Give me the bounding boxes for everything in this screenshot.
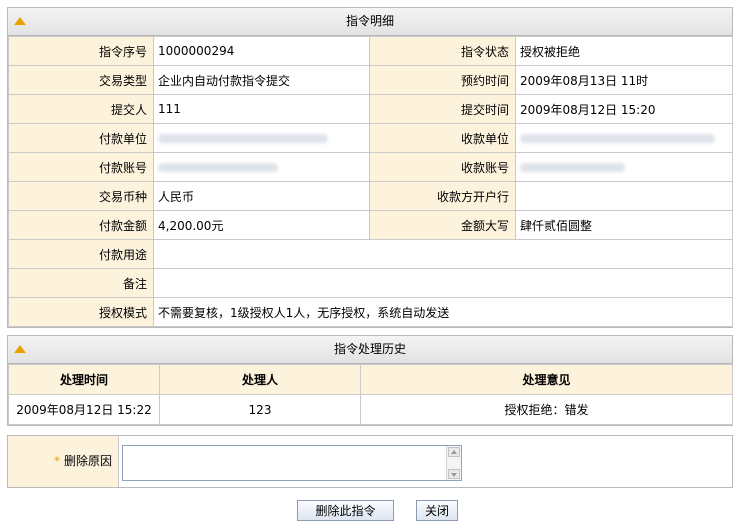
label-currency: 交易币种 <box>8 181 154 211</box>
history-header[interactable]: 指令处理历史 <box>8 336 732 364</box>
label-remark: 备注 <box>8 268 154 298</box>
collapse-triangle-icon[interactable] <box>14 345 26 353</box>
value-payee-redacted <box>515 123 733 153</box>
value-submit-time: 2009年08月12日 15:20 <box>515 94 733 124</box>
value-status: 授权被拒绝 <box>515 36 733 66</box>
table-row: 提交人 111 提交时间 2009年08月12日 15:20 <box>8 94 733 124</box>
table-row: 交易币种 人民币 收款方开户行 <box>8 181 733 211</box>
detail-header[interactable]: 指令明细 <box>8 8 732 36</box>
value-submitter: 111 <box>153 94 370 124</box>
value-payee-bank <box>515 181 733 211</box>
history-time: 2009年08月12日 15:22 <box>8 394 160 425</box>
table-row: 付款用途 <box>8 239 733 269</box>
value-appointment-time: 2009年08月13日 11时 <box>515 65 733 95</box>
value-payer-account-redacted <box>153 152 370 182</box>
history-panel: 指令处理历史 处理时间 处理人 处理意见 2009年08月12日 15:22 1… <box>7 335 733 426</box>
label-payee-bank: 收款方开户行 <box>369 181 516 211</box>
value-amount-upper: 肆仟贰佰圆整 <box>515 210 733 240</box>
redacted-text <box>158 163 278 172</box>
history-opinion: 授权拒绝：错发 <box>360 394 733 425</box>
detail-table: 指令序号 1000000294 指令状态 授权被拒绝 交易类型 企业内自动付款指… <box>8 36 733 327</box>
required-star-icon: * <box>53 454 60 468</box>
label-payer: 付款单位 <box>8 123 154 153</box>
table-row: 指令序号 1000000294 指令状态 授权被拒绝 <box>8 36 733 66</box>
delete-reason-panel: * 删除原因 <box>7 435 733 488</box>
label-payer-account: 付款账号 <box>8 152 154 182</box>
value-purpose <box>153 239 733 269</box>
column-header-opinion: 处理意见 <box>360 364 733 395</box>
history-table: 处理时间 处理人 处理意见 2009年08月12日 15:22 123 授权拒绝… <box>8 364 733 425</box>
scroll-up-icon[interactable] <box>448 447 460 457</box>
table-header-row: 处理时间 处理人 处理意见 <box>8 364 733 395</box>
table-row: 2009年08月12日 15:22 123 授权拒绝：错发 <box>8 394 733 425</box>
value-trade-type: 企业内自动付款指令提交 <box>153 65 370 95</box>
detail-panel: 指令明细 指令序号 1000000294 指令状态 授权被拒绝 交易类型 企业内… <box>7 7 733 328</box>
label-purpose: 付款用途 <box>8 239 154 269</box>
value-remark <box>153 268 733 298</box>
label-submitter: 提交人 <box>8 94 154 124</box>
value-auth-mode: 不需要复核，1级授权人1人，无序授权，系统自动发送 <box>153 297 733 327</box>
label-serial: 指令序号 <box>8 36 154 66</box>
redacted-text <box>158 134 328 143</box>
redacted-text <box>520 163 625 172</box>
history-title: 指令处理历史 <box>333 342 406 356</box>
label-trade-type: 交易类型 <box>8 65 154 95</box>
label-appointment-time: 预约时间 <box>369 65 516 95</box>
table-row: 备注 <box>8 268 733 298</box>
detail-title: 指令明细 <box>345 14 394 28</box>
label-auth-mode: 授权模式 <box>8 297 154 327</box>
delete-reason-label: 删除原因 <box>63 454 112 468</box>
value-amount: 4,200.00元 <box>153 210 370 240</box>
column-header-handler: 处理人 <box>159 364 361 395</box>
column-header-time: 处理时间 <box>8 364 160 395</box>
textarea-scrollbar[interactable] <box>446 446 461 480</box>
value-currency: 人民币 <box>153 181 370 211</box>
label-amount-upper: 金额大写 <box>369 210 516 240</box>
table-row: 付款金额 4,200.00元 金额大写 肆仟贰佰圆整 <box>8 210 733 240</box>
table-row: 付款账号 收款账号 <box>8 152 733 182</box>
label-status: 指令状态 <box>369 36 516 66</box>
value-payer-redacted <box>153 123 370 153</box>
table-row: 授权模式 不需要复核，1级授权人1人，无序授权，系统自动发送 <box>8 297 733 327</box>
scroll-down-icon[interactable] <box>448 469 460 479</box>
redacted-text <box>520 134 715 143</box>
label-payee: 收款单位 <box>369 123 516 153</box>
value-payee-account-redacted <box>515 152 733 182</box>
label-payee-account: 收款账号 <box>369 152 516 182</box>
table-row: 交易类型 企业内自动付款指令提交 预约时间 2009年08月13日 11时 <box>8 65 733 95</box>
value-serial: 1000000294 <box>153 36 370 66</box>
delete-reason-textarea[interactable] <box>122 445 462 481</box>
label-submit-time: 提交时间 <box>369 94 516 124</box>
delete-reason-label-cell: * 删除原因 <box>8 436 119 487</box>
collapse-triangle-icon[interactable] <box>14 17 26 25</box>
history-handler: 123 <box>159 394 361 425</box>
table-row: 付款单位 收款单位 <box>8 123 733 153</box>
close-button[interactable]: 关闭 <box>416 500 458 521</box>
delete-instruction-button[interactable]: 删除此指令 <box>297 500 394 521</box>
label-amount: 付款金额 <box>8 210 154 240</box>
